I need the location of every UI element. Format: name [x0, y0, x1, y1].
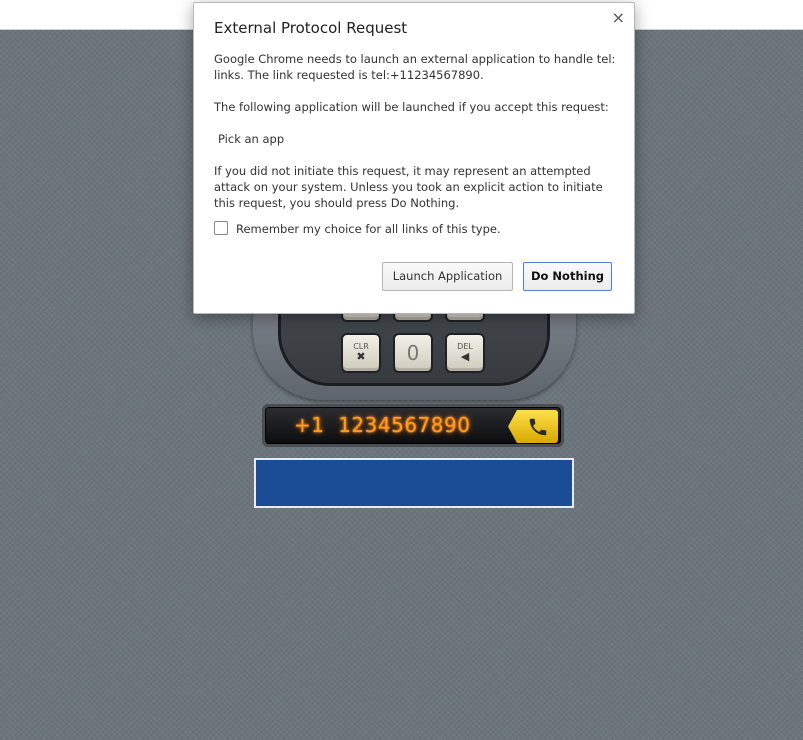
dialog-message: Google Chrome needs to launch an externa… — [214, 52, 616, 82]
clear-icon: ✖ — [356, 350, 366, 363]
dialog-title: External Protocol Request — [214, 19, 408, 37]
remember-choice-option[interactable]: Remember my choice for all links of this… — [214, 221, 501, 237]
dialog-launch-notice: The following application will be launch… — [214, 100, 609, 114]
clear-key[interactable]: CLR ✖ — [341, 333, 381, 373]
number-display-screen: +1 1234567890 — [265, 407, 561, 444]
close-icon[interactable]: × — [612, 9, 625, 27]
number-display: +1 1234567890 — [262, 404, 564, 447]
dialed-number: +1 1234567890 — [294, 413, 471, 437]
dialog-warning: If you did not initiate this request, it… — [214, 164, 603, 210]
blue-panel — [254, 458, 574, 508]
call-button[interactable] — [508, 410, 558, 443]
application-name: Pick an app — [218, 132, 285, 146]
external-protocol-dialog: External Protocol Request × Google Chrom… — [193, 2, 635, 314]
do-nothing-button[interactable]: Do Nothing — [523, 262, 612, 291]
launch-application-button[interactable]: Launch Application — [382, 262, 513, 291]
phone-icon — [529, 418, 547, 436]
remember-checkbox[interactable] — [214, 221, 228, 235]
delete-key[interactable]: DEL ◀ — [445, 333, 485, 373]
backspace-icon: ◀ — [460, 350, 470, 363]
remember-label: Remember my choice for all links of this… — [236, 222, 501, 236]
zero-key-label: 0 — [406, 341, 420, 365]
zero-key[interactable]: 0 — [393, 333, 433, 373]
